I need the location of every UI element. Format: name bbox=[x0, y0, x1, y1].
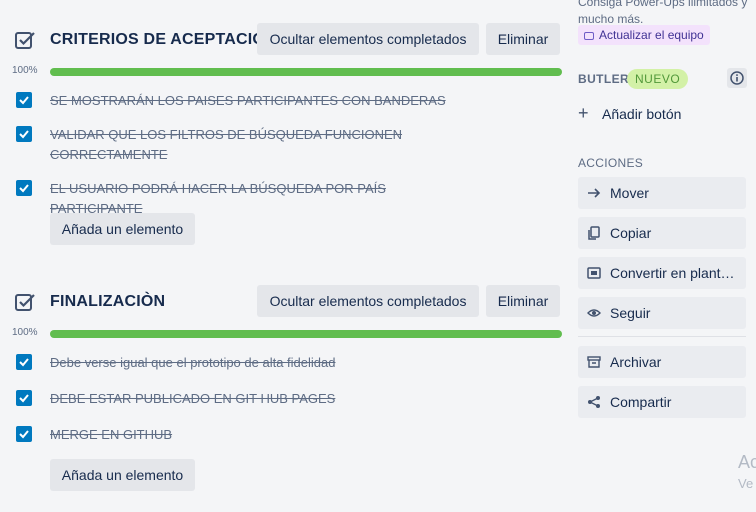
add-item-button[interactable]: Añada un elemento bbox=[50, 213, 195, 245]
share-icon bbox=[588, 396, 600, 408]
share-button[interactable]: Compartir bbox=[578, 386, 746, 418]
briefcase-icon bbox=[584, 32, 594, 40]
progress-bar bbox=[50, 330, 562, 338]
progress-bar bbox=[50, 68, 562, 76]
checklist-item[interactable]: EL USUARIO PODRÁ HACER LA BÚSQUEDA POR P… bbox=[16, 180, 546, 216]
archive-button[interactable]: Archivar bbox=[578, 346, 746, 378]
convert-template-button[interactable]: Convertir en plant… bbox=[578, 257, 746, 289]
progress-percent: 100% bbox=[12, 327, 38, 338]
checkbox-checked[interactable] bbox=[16, 390, 32, 406]
checkbox-checked[interactable] bbox=[16, 92, 32, 108]
info-icon[interactable] bbox=[727, 68, 747, 88]
checklist-progress: 100% bbox=[12, 65, 564, 77]
checklist-title[interactable]: CRITERIOS DE ACEPTACIÓN bbox=[50, 31, 277, 49]
hide-completed-button[interactable]: Ocultar elementos completados bbox=[257, 285, 479, 317]
add-butler-label: Añadir botón bbox=[602, 106, 682, 122]
checkbox-checked[interactable] bbox=[16, 354, 32, 370]
plus-icon: + bbox=[578, 103, 589, 123]
checklist-icon bbox=[15, 294, 35, 311]
progress-percent: 100% bbox=[12, 65, 38, 76]
arrow-right-icon bbox=[588, 188, 601, 198]
checkbox-checked[interactable] bbox=[16, 180, 32, 196]
eye-icon bbox=[587, 309, 601, 317]
hide-completed-button[interactable]: Ocultar elementos completados bbox=[257, 23, 479, 55]
checklist-icon bbox=[15, 32, 35, 49]
card-sidebar: Consiga Power-Ups ilimitados y mucho más… bbox=[570, 0, 756, 512]
delete-checklist-button[interactable]: Eliminar bbox=[486, 285, 560, 317]
upgrade-team-label: Actualizar el equipo bbox=[599, 28, 704, 42]
convert-template-label: Convertir en plant… bbox=[610, 265, 735, 281]
share-label: Compartir bbox=[610, 394, 672, 410]
copy-button[interactable]: Copiar bbox=[578, 217, 746, 249]
checklist-item-text[interactable]: VALIDAR QUE LOS FILTROS DE BÚSQUEDA FUNC… bbox=[50, 125, 420, 165]
checkmark-icon bbox=[19, 394, 29, 403]
checkmark-icon bbox=[19, 130, 29, 139]
checklist-item-text[interactable]: SE MOSTRARÁN LOS PAISES PARTICIPANTES CO… bbox=[50, 91, 470, 111]
move-button[interactable]: Mover bbox=[578, 177, 746, 209]
checkmark-icon bbox=[19, 184, 29, 193]
activation-watermark-line2: Ve bbox=[738, 476, 754, 491]
delete-checklist-button[interactable]: Eliminar bbox=[486, 23, 560, 55]
checkbox-checked[interactable] bbox=[16, 126, 32, 142]
checklist-item-text[interactable]: MERGE EN GITHUB bbox=[50, 425, 470, 445]
checklist-progress: 100% bbox=[12, 327, 564, 339]
checklist-item-text[interactable]: Debe verse igual que el prototipo de alt… bbox=[50, 353, 470, 373]
checklist-item[interactable]: SE MOSTRARÁN LOS PAISES PARTICIPANTES CO… bbox=[16, 92, 546, 112]
follow-button[interactable]: Seguir bbox=[578, 297, 746, 329]
checklist-header: FINALIZACIÒN Ocultar elementos completad… bbox=[14, 285, 564, 319]
add-item-button[interactable]: Añada un elemento bbox=[50, 459, 195, 491]
copy-label: Copiar bbox=[610, 225, 652, 241]
upgrade-team-button[interactable]: Actualizar el equipo bbox=[578, 25, 710, 45]
divider bbox=[578, 336, 746, 337]
archive-label: Archivar bbox=[610, 354, 662, 370]
checkmark-icon bbox=[19, 430, 29, 439]
copy-icon bbox=[588, 226, 600, 240]
checkmark-icon bbox=[19, 358, 29, 367]
new-badge: NUEVO bbox=[627, 69, 689, 89]
activation-watermark-line1: Ac bbox=[738, 452, 756, 472]
actions-heading: ACCIONES bbox=[578, 156, 644, 170]
checklist-title[interactable]: FINALIZACIÒN bbox=[50, 293, 165, 311]
template-icon bbox=[587, 267, 601, 279]
checklist-item[interactable]: DEBE ESTAR PUBLICADO EN GIT HUB PAGES bbox=[16, 390, 546, 410]
checkbox-checked[interactable] bbox=[16, 426, 32, 442]
archive-icon bbox=[587, 356, 601, 368]
powerups-promo-text: Consiga Power-Ups ilimitados y mucho más… bbox=[578, 0, 748, 26]
checklist-header: CRITERIOS DE ACEPTACIÓN Ocultar elemento… bbox=[14, 23, 564, 57]
card-checklists-area: CRITERIOS DE ACEPTACIÓN Ocultar elemento… bbox=[0, 0, 570, 512]
follow-label: Seguir bbox=[610, 305, 651, 321]
move-label: Mover bbox=[610, 185, 649, 201]
add-butler-button[interactable]: + Añadir botón bbox=[578, 103, 681, 123]
checklist-item[interactable]: VALIDAR QUE LOS FILTROS DE BÚSQUEDA FUNC… bbox=[16, 126, 546, 166]
butler-heading: BUTLER bbox=[578, 72, 630, 86]
checklist-item-text[interactable]: DEBE ESTAR PUBLICADO EN GIT HUB PAGES bbox=[50, 389, 470, 409]
checkmark-icon bbox=[19, 96, 29, 105]
checklist-item[interactable]: Debe verse igual que el prototipo de alt… bbox=[16, 354, 546, 374]
checklist-item[interactable]: MERGE EN GITHUB bbox=[16, 426, 546, 446]
